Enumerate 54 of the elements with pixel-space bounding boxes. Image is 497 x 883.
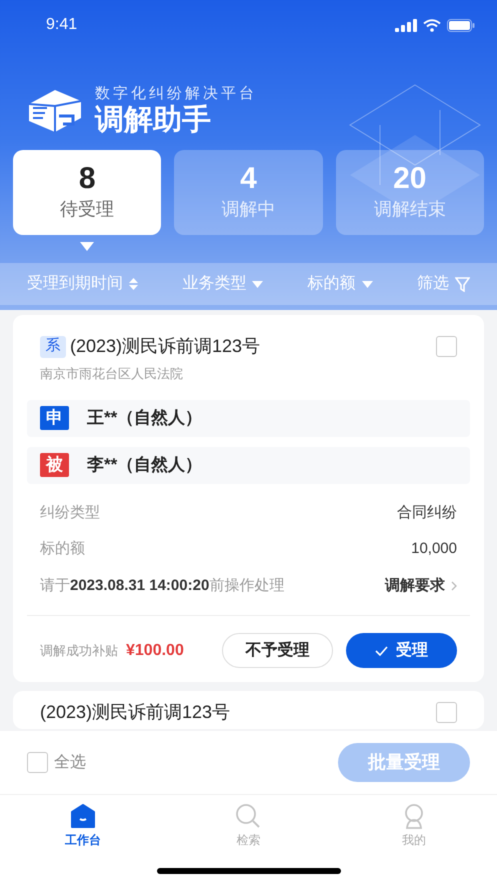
party-name: 王**（自然人） — [87, 407, 202, 430]
filter-icon — [454, 276, 470, 292]
select-all-checkbox[interactable]: 全选 — [27, 750, 86, 774]
deadline-text: 请于2023.08.31 14:00:20前操作处理 — [40, 576, 284, 596]
accept-button[interactable]: 受理 — [346, 633, 457, 668]
case-card[interactable]: (2023)测民诉前调123号 — [13, 691, 484, 729]
detail-label: 纠纷类型 — [40, 502, 100, 522]
status-tab[interactable]: 20 调解结束 — [336, 150, 484, 235]
check-icon — [375, 646, 388, 656]
case-number: (2023)测民诉前调123号 — [40, 701, 230, 724]
card-checkbox[interactable] — [436, 702, 457, 723]
signal-icon — [395, 18, 417, 32]
court-name: 南京市雨花台区人民法院 — [40, 365, 184, 383]
subsidy-amount: ¥100.00 — [126, 640, 184, 660]
filter-dropdown[interactable]: 受理到期时间 — [27, 272, 138, 296]
nav-tab[interactable]: 检索 — [166, 803, 332, 853]
detail-label: 标的额 — [40, 539, 85, 559]
wifi-icon — [423, 18, 441, 32]
chevron-right-icon — [451, 580, 457, 591]
nav-tab[interactable]: 工作台 — [0, 803, 166, 853]
home-icon — [68, 803, 97, 829]
tab-count: 4 — [240, 162, 257, 196]
app-subtitle: 数字化纠纷解决平台 — [95, 85, 257, 103]
status-time: 9:41 — [46, 15, 78, 35]
tab-label: 调解结束 — [374, 198, 446, 221]
detail-value: 合同纠纷 — [397, 502, 457, 522]
selected-pointer-icon — [80, 242, 94, 251]
tab-count: 20 — [393, 162, 426, 196]
filter-dropdown[interactable]: 业务类型 — [182, 272, 264, 296]
tab-count: 8 — [78, 162, 96, 196]
reject-button[interactable]: 不予受理 — [222, 633, 333, 668]
card-checkbox[interactable] — [436, 336, 457, 357]
case-card[interactable]: 系 (2023)测民诉前调123号 南京市雨花台区人民法院 申 王**（自然人） 被 李**（自然人） 纠纷类型 合同纠纷 标的额 10,000 请于2023.08.31 14:00:20前操作处理 调解要求 调解成功补贴 ¥100.00 不予受理 受理 — [13, 315, 484, 682]
party-tag: 申 — [40, 406, 69, 430]
sort-icon — [129, 278, 138, 290]
app-title: 调解助手 — [95, 103, 212, 137]
filter-dropdown[interactable]: 筛选 — [416, 272, 470, 296]
status-tab[interactable]: 4 调解中 — [174, 150, 323, 235]
filter-dropdown[interactable]: 标的额 — [308, 272, 373, 296]
party-name: 李**（自然人） — [87, 454, 202, 476]
requirements-link[interactable]: 调解要求 — [385, 574, 457, 597]
detail-value: 10,000 — [411, 539, 457, 559]
tab-label: 待受理 — [60, 198, 114, 221]
nav-tab[interactable]: 我的 — [331, 803, 497, 853]
caret-icon — [362, 280, 373, 288]
logo-icon — [27, 88, 83, 134]
case-number: (2023)测民诉前调123号 — [70, 335, 260, 358]
party-tag: 被 — [40, 453, 69, 477]
subsidy-label: 调解成功补贴 — [40, 642, 118, 660]
case-tag: 系 — [40, 336, 66, 358]
tab-label: 调解中 — [221, 198, 276, 221]
caret-icon — [252, 280, 264, 288]
battery-icon — [447, 18, 475, 32]
search-icon — [234, 803, 262, 829]
